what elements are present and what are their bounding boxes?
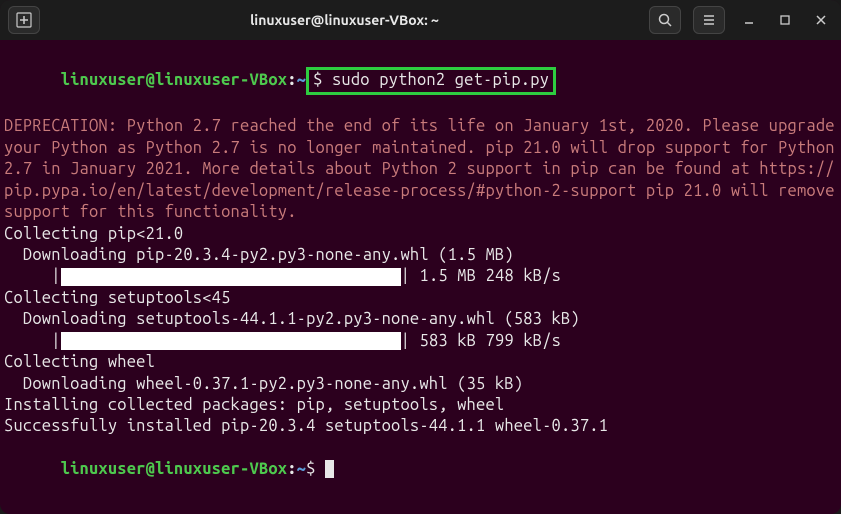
cursor — [325, 460, 334, 478]
prompt-userhost: linuxuser@linuxuser-VBox — [61, 71, 288, 89]
prompt-path: ~ — [297, 460, 306, 478]
minimize-button[interactable] — [737, 8, 761, 32]
plus-icon — [16, 12, 32, 28]
progress-stats: | 1.5 MB 248 kB/s — [401, 266, 561, 287]
terminal-body[interactable]: linuxuser@linuxuser-VBox:~$ sudo python2… — [0, 40, 841, 514]
menu-button[interactable] — [693, 6, 725, 34]
output-line: Downloading pip-20.3.4-py2.py3-none-any.… — [4, 245, 837, 266]
titlebar: linuxuser@linuxuser-VBox: ~ — [0, 0, 841, 40]
progress-line: || 583 kB 799 kB/s — [4, 331, 837, 352]
output-line: Downloading setuptools-44.1.1-py2.py3-no… — [4, 309, 837, 330]
prompt-symbol: $ — [306, 460, 315, 478]
output-line: Successfully installed pip-20.3.4 setupt… — [4, 416, 837, 437]
maximize-button[interactable] — [773, 8, 797, 32]
minimize-icon — [741, 12, 757, 28]
prompt-line-2: linuxuser@linuxuser-VBox:~$ — [4, 438, 837, 502]
hamburger-icon — [701, 12, 717, 28]
prompt-path: ~ — [297, 71, 306, 89]
close-icon — [813, 12, 829, 28]
progress-stats: | 583 kB 799 kB/s — [401, 331, 561, 352]
output-line: Installing collected packages: pip, setu… — [4, 395, 837, 416]
prompt-line-1: linuxuser@linuxuser-VBox:~$ sudo python2… — [4, 46, 837, 116]
terminal-window: linuxuser@linuxuser-VBox: ~ linuxuser@li… — [0, 0, 841, 514]
new-tab-button[interactable] — [8, 6, 40, 34]
output-line: Downloading wheel-0.37.1-py2.py3-none-an… — [4, 374, 837, 395]
prompt-colon: : — [287, 460, 296, 478]
output-line: Collecting pip<21.0 — [4, 224, 837, 245]
close-button[interactable] — [809, 8, 833, 32]
prompt-userhost: linuxuser@linuxuser-VBox — [61, 460, 288, 478]
maximize-icon — [777, 12, 793, 28]
prompt-colon: : — [287, 71, 296, 89]
command-highlight: $ sudo python2 get-pip.py — [306, 67, 556, 94]
deprecation-warning: DEPRECATION: Python 2.7 reached the end … — [4, 116, 837, 223]
output-line: Collecting setuptools<45 — [4, 288, 837, 309]
window-title: linuxuser@linuxuser-VBox: ~ — [48, 12, 641, 28]
search-icon — [657, 12, 673, 28]
progress-bar — [61, 332, 401, 350]
output-line: Collecting wheel — [4, 352, 837, 373]
progress-bar — [61, 268, 401, 286]
search-button[interactable] — [649, 6, 681, 34]
progress-line: || 1.5 MB 248 kB/s — [4, 266, 837, 287]
